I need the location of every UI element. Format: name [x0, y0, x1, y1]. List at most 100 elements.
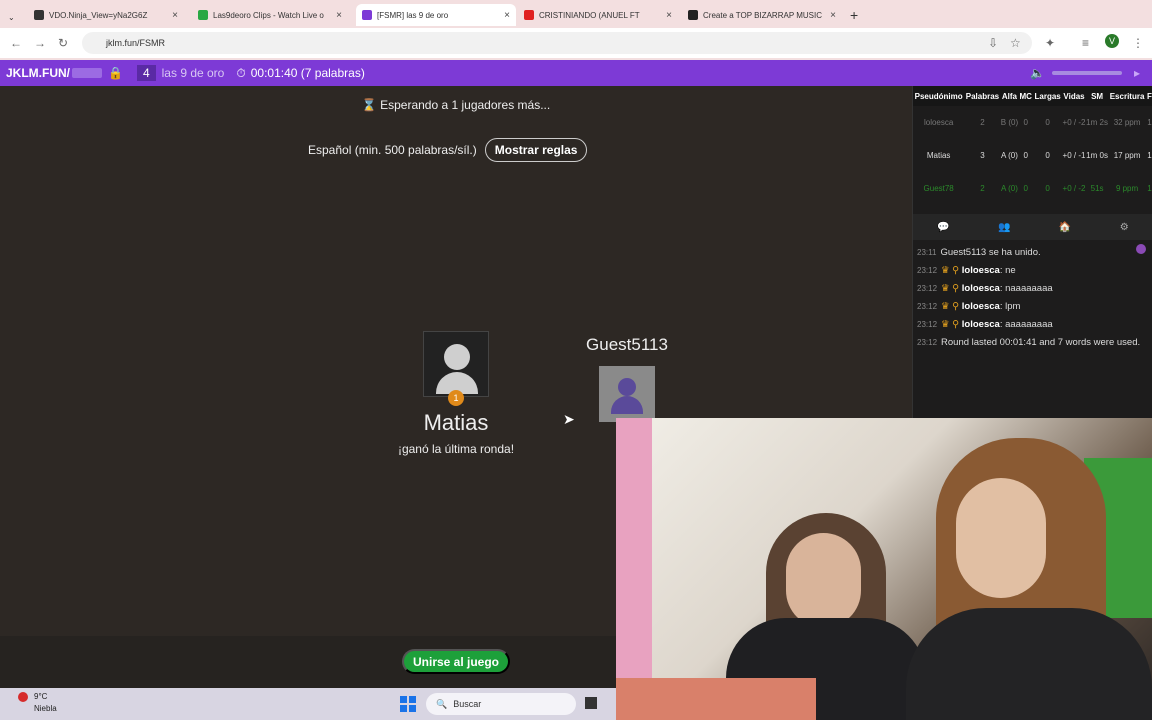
browser-tab[interactable]: VDO.Ninja_View=yNa2G6Z ×	[28, 4, 184, 26]
winner-avatar: 1	[423, 331, 489, 406]
winner-subtitle: ¡ganó la última ronda!	[397, 442, 515, 456]
lock-icon: 🔒	[108, 66, 123, 80]
room-name: las 9 de oro	[161, 66, 225, 80]
url-text: jklm.fun/FSMR	[106, 38, 166, 48]
table-cell: 32 ppm	[1113, 118, 1141, 127]
back-icon[interactable]: ←	[10, 36, 22, 50]
tab-favicon-icon	[524, 10, 534, 20]
column-header[interactable]: MC	[1018, 86, 1034, 106]
chat-user[interactable]: loloesca	[962, 265, 1000, 276]
tab-close-icon[interactable]: ×	[336, 10, 342, 21]
volume-slider[interactable]	[1052, 71, 1122, 75]
table-cell: loloesca	[923, 118, 954, 127]
column-header[interactable]: F	[1145, 86, 1152, 106]
chat-message: 23:11 Guest5113 se ha unido.	[917, 244, 1149, 262]
guest-name: Guest5113	[586, 335, 668, 354]
browser-chrome: ⌄ VDO.Ninja_View=yNa2G6Z × Las9deoro Clips…	[0, 0, 1152, 60]
table-cell: 3	[980, 151, 985, 160]
browser-tab[interactable]: Las9deoro Clips - Watch Live o ×	[192, 4, 348, 26]
table-cell: 1	[1147, 151, 1152, 160]
tab-close-icon[interactable]: ×	[172, 10, 178, 21]
tab-favicon-icon	[34, 10, 44, 20]
winner-name: Matias	[423, 410, 489, 435]
tab-close-icon[interactable]: ×	[830, 10, 836, 21]
chat-user[interactable]: loloesca	[962, 301, 1000, 312]
media-icon[interactable]: ≡	[1082, 36, 1089, 50]
chat-message: 23:12 ♛ ⚲ loloesca: lpm	[917, 298, 1149, 316]
tab-room-icon[interactable]: 🏠	[1059, 222, 1071, 233]
tab-label: Create a TOP BIZARRAP MUSIC	[703, 10, 823, 20]
table-row: Matias 3 A (0) 0 0 +0 / -1 1m 0s 17 ppm 1	[913, 139, 1152, 172]
tab-settings-icon[interactable]: ⚙	[1120, 222, 1129, 233]
tab-favicon-icon	[198, 10, 208, 20]
hidden-room-code	[72, 68, 102, 78]
mouse-cursor: ➤	[563, 411, 575, 427]
forward-icon[interactable]: →	[34, 36, 46, 50]
os-taskbar: 9°C Niebla 🔍 Buscar	[0, 688, 616, 720]
extensions-icon[interactable]: ✦	[1045, 36, 1055, 50]
table-cell: B (0)	[1000, 118, 1019, 127]
taskbar-search-field[interactable]: 🔍 Buscar	[426, 693, 576, 715]
tab-chat-icon[interactable]: 💬	[937, 222, 949, 233]
table-cell: 0	[1045, 184, 1050, 193]
table-row: Guest78 2 A (0) 0 0 +0 / -2 51s 9 ppm 1	[913, 172, 1152, 205]
browser-tab[interactable]: [FSMR] las 9 de oro ×	[356, 4, 516, 26]
tab-close-icon[interactable]: ×	[666, 10, 672, 21]
person-right-body	[906, 608, 1152, 720]
avatar-head	[444, 344, 470, 370]
chat-text: : aaaaaaaaa	[999, 319, 1053, 330]
column-header[interactable]: Palabras	[964, 86, 1001, 106]
column-header[interactable]: Pseudónimo	[913, 86, 965, 106]
new-tab-icon[interactable]: +	[844, 4, 864, 26]
task-view-icon[interactable]	[585, 697, 597, 709]
column-header[interactable]: SM	[1085, 86, 1109, 106]
chat-user[interactable]: loloesca	[962, 283, 1000, 294]
rules-text: Español (min. 500 palabras/síl.)	[308, 143, 477, 157]
browser-tab[interactable]: Create a TOP BIZARRAP MUSIC ×	[682, 4, 842, 26]
weather-alert-icon[interactable]	[18, 692, 28, 702]
chat-time: 23:11	[917, 248, 937, 257]
profile-avatar[interactable]: V	[1105, 34, 1119, 48]
bookmark-star-icon[interactable]: ☆	[1010, 36, 1021, 50]
url-input[interactable]: jklm.fun/FSMR	[82, 32, 1032, 54]
reload-icon[interactable]: ↻	[58, 36, 68, 50]
rules-row: Español (min. 500 palabras/síl.) Mostrar…	[308, 138, 588, 162]
chat-text: Round lasted 00:01:41 and 7 words were u…	[941, 337, 1141, 348]
guest-avatar-body	[611, 396, 643, 414]
column-header[interactable]: Largas	[1033, 86, 1063, 106]
start-windows-icon[interactable]	[400, 696, 416, 712]
tab-label: Las9deoro Clips - Watch Live o	[213, 10, 324, 20]
chat-time: 23:12	[917, 284, 938, 293]
address-bar-row: ← → ↻ jklm.fun/FSMR ⇩ ☆ ✦ ≡ V ⋮	[0, 28, 1152, 58]
weather-label[interactable]: Niebla	[34, 704, 57, 713]
column-header[interactable]: Escritura	[1108, 86, 1146, 106]
volume-icon[interactable]: 🔈	[1030, 66, 1045, 80]
chat-user[interactable]: loloesca	[962, 319, 1000, 330]
guest-avatar	[599, 366, 655, 422]
round-timer: 00:01:40 (7 palabras)	[250, 66, 365, 80]
table-cell: 1	[1147, 118, 1152, 127]
menu-dots-icon[interactable]: ⋮	[1132, 36, 1144, 50]
weather-temp[interactable]: 9°C	[34, 692, 47, 701]
chat-time: 23:12	[917, 302, 938, 311]
scoreboard-body: loloesca 2 B (0) 0 0 +0 / -2 1m 2s 32 ppm 1 Matia…	[913, 106, 1152, 205]
tab-favicon-icon	[688, 10, 698, 20]
join-game-button[interactable]: Unirse al juego	[402, 649, 510, 674]
crown-icon: ♛ ⚲	[941, 301, 962, 312]
tab-players-icon[interactable]: 👥	[998, 222, 1010, 233]
chat-message: 23:12 ♛ ⚲ loloesca: ne	[917, 262, 1149, 280]
collapse-arrow-icon[interactable]: ▸	[1134, 66, 1140, 80]
browser-tab[interactable]: CRISTINIANDO (ANUEL FT ×	[518, 4, 678, 26]
install-icon[interactable]: ⇩	[988, 36, 998, 50]
tab-list-chevron-icon[interactable]: ⌄	[2, 6, 22, 28]
table-cell: 0	[1023, 151, 1028, 160]
site-name[interactable]: JKLM.FUN/	[6, 66, 70, 80]
column-header[interactable]: Alfa	[1000, 86, 1019, 106]
chat-text: : lpm	[999, 301, 1021, 312]
chat-message: 23:12 ♛ ⚲ loloesca: aaaaaaaaa	[917, 316, 1149, 334]
show-rules-button[interactable]: Mostrar reglas	[484, 138, 588, 162]
tab-close-icon[interactable]: ×	[504, 10, 510, 21]
column-header[interactable]: Vidas	[1062, 86, 1086, 106]
bottom-strip	[0, 636, 616, 688]
hourglass-icon: ⌛	[361, 98, 377, 112]
